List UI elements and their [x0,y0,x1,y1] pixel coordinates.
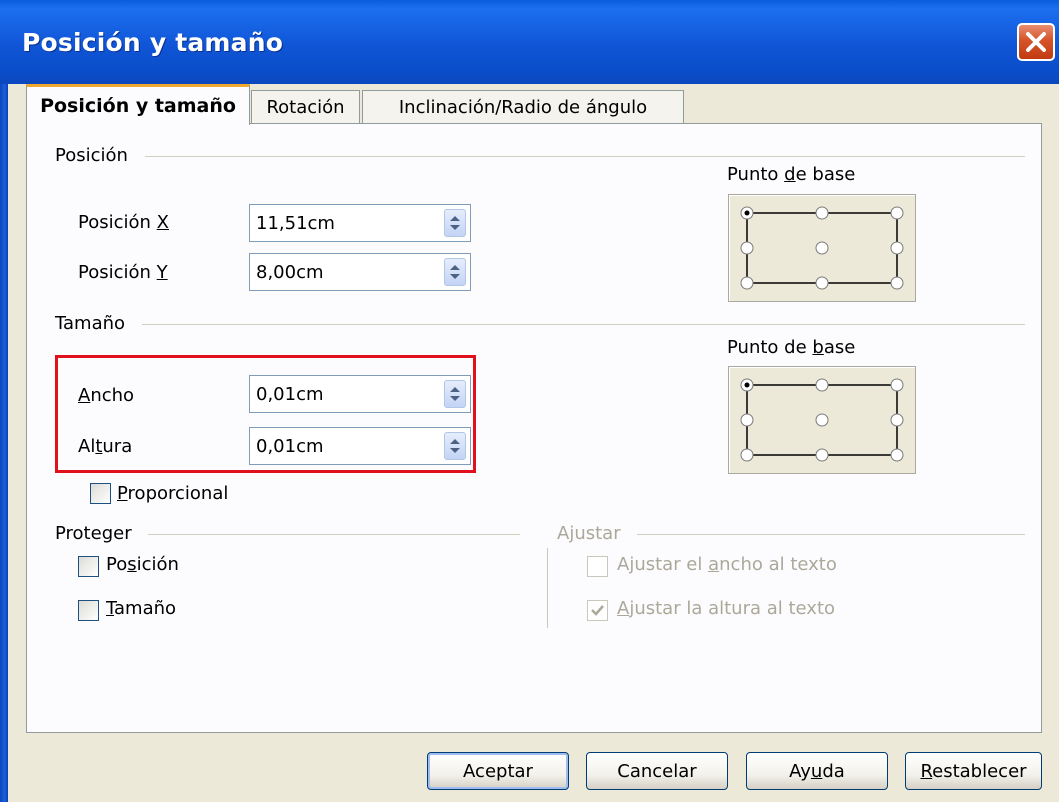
help-button[interactable]: Ayuda [746,752,888,790]
width-label: Ancho [78,385,135,406]
fit-width-label[interactable]: Ajustar el ancho al texto [617,554,837,575]
tab-position-size[interactable]: Posición y tamaño [26,84,250,125]
vertical-separator [547,548,548,628]
dialog-window: Posición y tamaño Posición y tamaño Rota… [0,0,1059,802]
spin-arrows-icon [450,265,460,279]
tab-label: Inclinación/Radio de ángulo [398,97,648,118]
position-x-spinner[interactable]: 11,51cm [249,204,471,242]
size-base-point-label: Punto de base [727,337,856,358]
position-x-value: 11,51cm [256,213,335,234]
tab-rotation[interactable]: Rotación [251,90,360,124]
position-x-spin-buttons[interactable] [444,209,466,237]
protect-position-checkbox[interactable] [78,556,99,577]
width-spinner[interactable]: 0,01cm [249,375,471,413]
cancel-label: Cancelar [617,761,697,782]
width-spin-buttons[interactable] [444,380,466,408]
spin-arrows-icon [450,387,460,401]
height-value: 0,01cm [256,436,324,457]
tab-label: Posición y tamaño [40,95,236,117]
height-spinner[interactable]: 0,01cm [249,427,471,465]
position-y-spinner[interactable]: 8,00cm [249,253,471,291]
base-point-diagram [740,206,904,290]
position-base-point-label: Punto de base [727,164,856,185]
size-group-label: Tamaño [55,313,126,334]
help-label: Ayuda [789,761,845,782]
spin-arrows-icon [450,216,460,230]
tab-slant-corner-radius[interactable]: Inclinación/Radio de ángulo [362,90,684,124]
height-spin-buttons[interactable] [444,432,466,460]
position-y-label: Posición Y [78,262,168,283]
fit-height-label[interactable]: Ajustar la altura al texto [617,598,835,619]
ok-button[interactable]: Aceptar [427,752,569,790]
group-separator [637,534,1025,535]
group-separator [145,156,1025,157]
spin-arrows-icon [450,439,460,453]
position-y-spin-buttons[interactable] [444,258,466,286]
window-title: Posición y tamaño [22,28,284,57]
protect-size-label[interactable]: Tamaño [106,598,176,619]
checkmark-icon [591,605,604,616]
title-bar[interactable]: Posición y tamaño [0,0,1059,84]
reset-button[interactable]: Restablecer [905,752,1042,790]
proportional-checkbox[interactable] [90,483,111,504]
size-base-point-grid[interactable] [728,366,916,474]
height-label: Altura [78,436,133,457]
position-group-label: Posición [55,145,128,166]
proportional-label[interactable]: Proporcional [117,483,228,504]
close-button[interactable] [1017,23,1055,61]
base-point-diagram [740,378,904,462]
width-value: 0,01cm [256,384,324,405]
close-icon [1026,32,1046,52]
protect-size-checkbox[interactable] [78,600,99,621]
tab-label: Rotación [266,97,345,118]
adjust-group-label: Ajustar [557,523,621,544]
group-separator [142,324,1025,325]
group-separator [148,534,520,535]
fit-width-checkbox[interactable] [587,556,608,577]
fit-height-checkbox[interactable] [587,600,608,621]
ok-label: Aceptar [463,761,533,782]
reset-label: Restablecer [920,761,1027,782]
position-y-value: 8,00cm [256,262,324,283]
position-x-label: Posición X [78,212,169,233]
protect-group-label: Proteger [55,523,132,544]
window-frame-left [0,84,8,802]
cancel-button[interactable]: Cancelar [586,752,728,790]
position-base-point-grid[interactable] [728,194,916,302]
protect-position-label[interactable]: Posición [106,554,179,575]
